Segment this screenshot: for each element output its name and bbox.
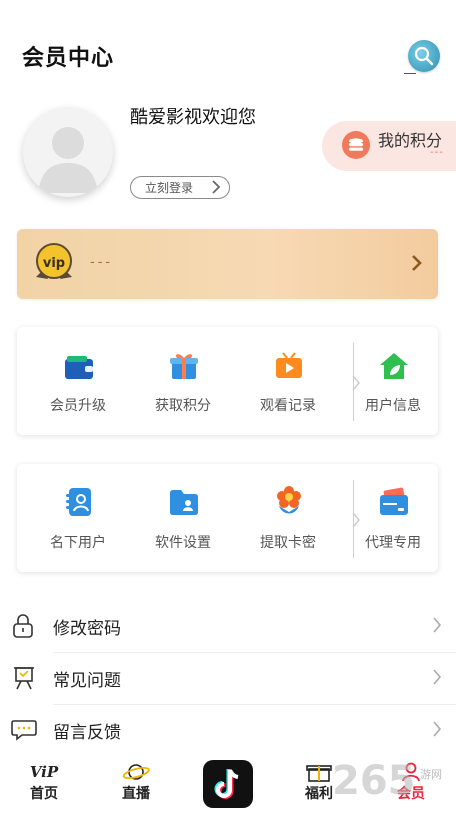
watermark-logo: 265: [332, 758, 416, 804]
folder-user-icon: [168, 486, 200, 516]
grid-item-get-points[interactable]: 获取积分: [138, 395, 228, 415]
vip-banner[interactable]: [17, 229, 438, 299]
grid-item-label: 会员升级: [50, 398, 106, 414]
menu-label: 修改密码: [53, 619, 121, 639]
search-underline: [404, 73, 416, 74]
my-points-value: ---: [430, 147, 444, 158]
vip-badge-text: vip: [43, 256, 65, 271]
tab-label: 首页: [30, 786, 58, 802]
tv-play-icon: [273, 351, 305, 381]
grid-item-watch-history[interactable]: 观看记录: [243, 395, 333, 415]
vip-value: ---: [90, 255, 114, 270]
menu-change-password[interactable]: 修改密码: [0, 600, 456, 652]
grid-item-member-upgrade[interactable]: 会员升级: [33, 395, 123, 415]
login-button[interactable]: 立刻登录: [130, 176, 230, 199]
lock-icon: [13, 614, 33, 638]
menu-label: 常见问题: [53, 671, 121, 691]
grid-item-software-settings[interactable]: 软件设置: [138, 532, 228, 552]
gift-box-icon: [306, 765, 332, 782]
grid-item-redeem-card-key[interactable]: 提取卡密: [243, 532, 333, 552]
chevron-right-icon: [412, 255, 422, 271]
grid-item-label: 软件设置: [155, 535, 211, 551]
tab-home[interactable]: ViP 首页: [14, 762, 74, 803]
flower-icon: [273, 484, 305, 514]
chevron-right-icon: [433, 669, 442, 685]
center-app-button[interactable]: [203, 760, 253, 808]
search-button[interactable]: [408, 40, 440, 72]
chat-icon: [11, 720, 37, 741]
menu-feedback[interactable]: 留言反馈: [0, 704, 456, 756]
feature-card-2: 名下用户 软件设置 提取卡密 代理专用: [17, 464, 438, 572]
welcome-text: 酷爱影视欢迎您: [130, 107, 256, 128]
watermark-logo-small: 游网: [420, 768, 442, 781]
card-wallet-icon: [378, 486, 410, 516]
grid-item-label: 获取积分: [155, 398, 211, 414]
tab-live[interactable]: 直播: [106, 762, 166, 803]
svg-text:ViP: ViP: [30, 763, 59, 781]
coin-stack-icon: [342, 131, 370, 159]
menu-label: 留言反馈: [53, 723, 121, 743]
chevron-right-icon: [352, 512, 360, 528]
grid-item-label: 观看记录: [260, 398, 316, 414]
grid-item-my-users[interactable]: 名下用户: [33, 532, 123, 552]
easel-icon: [14, 667, 34, 690]
page-title: 会员中心: [22, 46, 115, 71]
menu-faq[interactable]: 常见问题: [0, 652, 456, 704]
music-note-icon: [214, 769, 239, 799]
grid-item-label: 代理专用: [365, 535, 421, 551]
feature-card-1: 会员升级 获取积分 观看记录 用户信息: [17, 327, 438, 435]
gift-icon: [168, 351, 200, 381]
vip-text-icon: ViP: [30, 763, 59, 781]
avatar[interactable]: [23, 107, 113, 197]
chevron-right-icon: [433, 617, 442, 633]
grid-item-label: 名下用户: [50, 535, 106, 551]
grid-item-label: 用户信息: [365, 398, 421, 414]
tab-label: 直播: [122, 786, 150, 802]
home-leaf-icon: [378, 351, 410, 381]
chevron-right-icon: [212, 180, 221, 194]
grid-item-agent-only[interactable]: 代理专用: [348, 532, 438, 552]
grid-item-user-info[interactable]: 用户信息: [348, 395, 438, 415]
chevron-right-icon: [352, 375, 360, 391]
planet-icon: [122, 764, 150, 780]
chevron-right-icon: [433, 721, 442, 737]
vip-badge-icon: vip: [31, 241, 77, 287]
grid-item-label: 提取卡密: [260, 535, 316, 551]
wallet-icon: [63, 353, 95, 383]
contact-book-icon: [63, 486, 95, 516]
login-button-label: 立刻登录: [145, 181, 194, 195]
search-icon: [414, 46, 434, 66]
default-avatar-icon: [38, 127, 98, 193]
